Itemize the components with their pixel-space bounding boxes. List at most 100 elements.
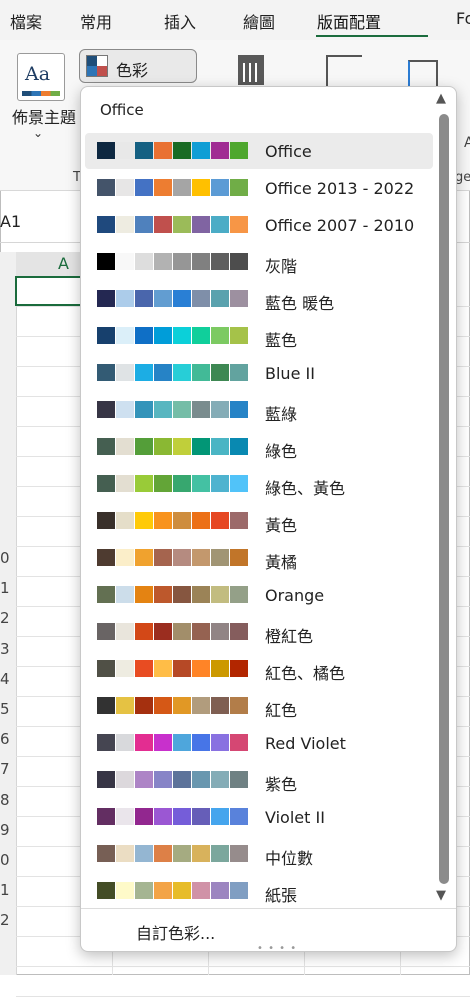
resize-grip-icon[interactable]: • • • •	[257, 943, 297, 954]
row-header-number[interactable]: 7	[0, 760, 10, 778]
row-header-number[interactable]: 5	[0, 700, 10, 718]
row-header-number[interactable]: 0	[0, 851, 10, 869]
customize-colors-button[interactable]: 自訂色彩...	[136, 920, 215, 944]
color-swatch	[230, 845, 248, 862]
color-swatch	[173, 623, 191, 640]
color-swatch	[211, 327, 229, 344]
color-scheme-item[interactable]: Office	[85, 133, 433, 169]
color-swatch	[97, 586, 115, 603]
color-swatch	[135, 512, 153, 529]
row-header-number[interactable]: 0	[0, 549, 10, 567]
color-scheme-item[interactable]: Orange	[85, 577, 433, 613]
color-scheme-item[interactable]: Red Violet	[85, 725, 433, 761]
color-scheme-item[interactable]: 黃橘	[85, 540, 433, 576]
row-header-number[interactable]: 1	[0, 881, 10, 899]
themes-icon-text: Aa	[25, 63, 51, 85]
color-swatch	[154, 364, 172, 381]
color-swatch	[154, 808, 172, 825]
scroll-up-icon[interactable]: ▲	[436, 91, 446, 106]
color-scheme-item[interactable]: 藍色	[85, 318, 433, 354]
color-swatch	[154, 660, 172, 677]
themes-icon[interactable]: Aa	[17, 53, 65, 101]
color-swatch	[116, 290, 134, 307]
chevron-down-icon[interactable]: ⌄	[33, 126, 43, 140]
color-palette-swatches	[97, 401, 249, 418]
color-scheme-item[interactable]: Blue II	[85, 355, 433, 391]
color-scheme-item[interactable]: 藍色 暖色	[85, 281, 433, 317]
color-scheme-item[interactable]: Violet II	[85, 799, 433, 835]
color-swatch	[116, 216, 134, 233]
color-scheme-label: 紅色、橘色	[265, 664, 346, 683]
tab-insert[interactable]: 插入	[164, 9, 196, 33]
tab-formulas[interactable]: Fo	[456, 9, 470, 28]
color-scheme-label: Red Violet	[265, 734, 346, 753]
color-swatch	[135, 549, 153, 566]
color-swatch	[154, 771, 172, 788]
gridline	[16, 966, 470, 967]
row-header-number[interactable]: 3	[0, 640, 10, 658]
color-palette-swatches	[97, 438, 249, 455]
color-swatch	[116, 179, 134, 196]
scroll-down-icon[interactable]: ▼	[436, 888, 446, 903]
color-swatch	[192, 512, 210, 529]
color-swatch	[97, 808, 115, 825]
colors-button-label[interactable]: 色彩	[116, 57, 148, 81]
color-swatch	[97, 697, 115, 714]
color-swatch	[154, 290, 172, 307]
customize-colors-label: 自訂色彩...	[136, 924, 216, 943]
color-swatch	[154, 179, 172, 196]
color-swatch	[135, 142, 153, 159]
color-swatch	[230, 179, 248, 196]
color-swatch	[230, 253, 248, 270]
margins-icon[interactable]	[238, 55, 264, 85]
color-swatch	[192, 660, 210, 677]
scrollbar-thumb[interactable]	[439, 114, 449, 884]
tab-page-layout[interactable]: 版面配置	[317, 9, 381, 33]
color-palette-swatches	[97, 253, 249, 270]
color-scheme-label: 中位數	[265, 849, 314, 868]
color-swatch	[97, 512, 115, 529]
color-scheme-item[interactable]: 黃色	[85, 503, 433, 539]
color-swatch	[173, 438, 191, 455]
color-swatch	[192, 475, 210, 492]
color-scheme-item[interactable]: 灰階	[85, 244, 433, 280]
color-swatch	[230, 475, 248, 492]
color-scheme-item[interactable]: 紙張	[85, 873, 433, 909]
color-swatch	[173, 216, 191, 233]
color-swatch	[173, 253, 191, 270]
tab-home[interactable]: 常用	[80, 9, 112, 33]
color-scheme-item[interactable]: 紫色	[85, 762, 433, 798]
color-scheme-item[interactable]: 橙紅色	[85, 614, 433, 650]
color-scheme-item[interactable]: 紅色、橘色	[85, 651, 433, 687]
row-header-number[interactable]: 9	[0, 821, 10, 839]
color-scheme-item[interactable]: 綠色、黃色	[85, 466, 433, 502]
row-header-number[interactable]: 2	[0, 911, 10, 929]
tab-draw[interactable]: 繪圖	[243, 9, 275, 33]
color-scheme-item[interactable]: Office 2007 - 2010	[85, 207, 433, 243]
color-scheme-item[interactable]: 藍綠	[85, 392, 433, 428]
color-palette-swatches	[97, 771, 249, 788]
tab-file[interactable]: 檔案	[10, 9, 42, 33]
color-swatch	[211, 475, 229, 492]
color-scheme-label: 綠色、黃色	[265, 479, 346, 498]
color-scheme-item[interactable]: 中位數	[85, 836, 433, 872]
color-scheme-item[interactable]: 紅色	[85, 688, 433, 724]
name-box[interactable]: A1	[0, 212, 21, 231]
color-swatch	[211, 216, 229, 233]
menu-section-header: Office	[100, 101, 144, 119]
color-swatch	[154, 549, 172, 566]
color-palette-swatches	[97, 475, 249, 492]
color-scheme-label: 黃橘	[265, 553, 298, 572]
themes-button-label[interactable]: 佈景主題	[12, 104, 76, 128]
color-scheme-item[interactable]: Office 2013 - 2022	[85, 170, 433, 206]
color-swatch	[173, 290, 191, 307]
row-header-number[interactable]: 2	[0, 609, 10, 627]
color-swatch	[135, 438, 153, 455]
row-header-number[interactable]: 6	[0, 730, 10, 748]
row-header-number[interactable]: 8	[0, 791, 10, 809]
row-header-number[interactable]: 1	[0, 579, 10, 597]
color-swatch	[154, 475, 172, 492]
color-scheme-item[interactable]: 綠色	[85, 429, 433, 465]
row-header-number[interactable]: 4	[0, 670, 10, 688]
color-swatch	[97, 364, 115, 381]
